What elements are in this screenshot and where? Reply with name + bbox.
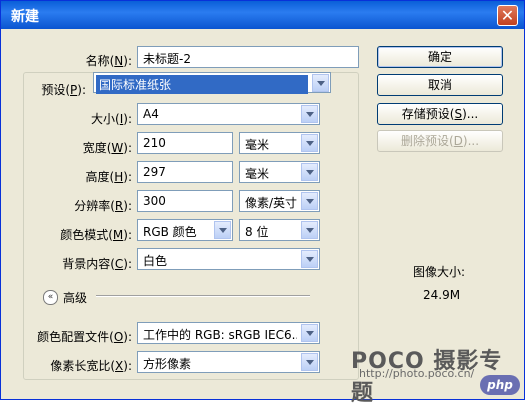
php-badge: php (480, 375, 520, 395)
width-unit-select[interactable]: 毫米 (239, 132, 320, 154)
name-label: 名称(N): (85, 54, 132, 68)
height-unit-value: 毫米 (245, 167, 270, 181)
resolution-input[interactable]: 300 (137, 190, 233, 212)
chevron-down-icon[interactable] (214, 221, 231, 239)
chevron-down-icon[interactable] (301, 134, 318, 152)
chevron-down-icon[interactable] (301, 221, 318, 239)
color-mode-label: 颜色模式(M): (60, 228, 132, 242)
ok-button[interactable]: 确定 (377, 46, 503, 68)
background-label: 背景内容(C): (62, 257, 132, 271)
chevron-down-icon[interactable] (301, 105, 318, 123)
pixel-aspect-select[interactable]: 方形像素 (137, 351, 320, 373)
close-icon[interactable]: ✕ (497, 5, 518, 26)
color-mode-select[interactable]: RGB 颜色 (137, 219, 233, 241)
resolution-unit-value: 像素/英寸 (245, 196, 298, 210)
chevron-down-icon[interactable] (301, 353, 318, 371)
advanced-label[interactable]: 高级 (63, 289, 87, 306)
color-profile-label: 颜色配置文件(O): (37, 330, 132, 344)
chevron-down-icon[interactable] (301, 250, 318, 268)
width-unit-value: 毫米 (245, 138, 270, 152)
name-input[interactable]: 未标题-2 (137, 46, 359, 68)
title-bar[interactable]: 新建 ✕ (1, 1, 524, 29)
height-input[interactable]: 297 (137, 161, 233, 183)
chevron-down-icon[interactable] (301, 192, 318, 210)
pixel-aspect-value: 方形像素 (143, 357, 192, 371)
color-profile-select[interactable]: 工作中的 RGB: sRGB IEC6... (137, 322, 320, 344)
bit-depth-select[interactable]: 8 位 (239, 219, 320, 241)
delete-preset-button[interactable]: 删除预设(D)... (377, 130, 503, 152)
preset-label: 预设(P): (39, 81, 88, 98)
size-label: 大小(I): (91, 112, 132, 126)
pixel-aspect-label: 像素长宽比(X): (50, 359, 132, 373)
resolution-unit-select[interactable]: 像素/英寸 (239, 190, 320, 212)
preset-value: 国际标准纸张 (96, 75, 308, 94)
chevron-down-icon[interactable] (301, 163, 318, 181)
background-select[interactable]: 白色 (137, 248, 320, 270)
resolution-label: 分辨率(R): (74, 199, 132, 213)
image-size-label: 图像大小: (413, 265, 466, 279)
width-input[interactable]: 210 (137, 132, 233, 154)
size-value: A4 (143, 107, 159, 121)
background-value: 白色 (143, 254, 168, 268)
poco-watermark-url: http://photo.poco.cn/ (359, 367, 475, 380)
chevron-down-icon[interactable] (312, 74, 329, 92)
size-select[interactable]: A4 (137, 103, 320, 125)
height-label: 高度(H): (85, 170, 132, 184)
color-profile-value: 工作中的 RGB: sRGB IEC6... (143, 328, 297, 342)
bit-depth-value: 8 位 (245, 225, 269, 239)
width-label: 宽度(W): (82, 141, 132, 155)
cancel-button[interactable]: 取消 (377, 74, 503, 96)
color-mode-value: RGB 颜色 (143, 225, 197, 239)
advanced-divider (96, 295, 310, 297)
new-document-dialog: 新建 ✕ 名称(N): 未标题-2 预设(P): 国际标准纸张 大小(I): A… (0, 0, 525, 406)
dialog-title: 新建 (11, 9, 39, 25)
image-size-value: 24.9M (423, 288, 461, 302)
chevron-down-icon[interactable] (301, 324, 318, 342)
collapse-advanced-icon[interactable]: « (43, 290, 58, 305)
height-unit-select[interactable]: 毫米 (239, 161, 320, 183)
preset-select[interactable]: 国际标准纸张 (93, 72, 331, 94)
save-preset-button[interactable]: 存储预设(S)... (377, 103, 503, 125)
